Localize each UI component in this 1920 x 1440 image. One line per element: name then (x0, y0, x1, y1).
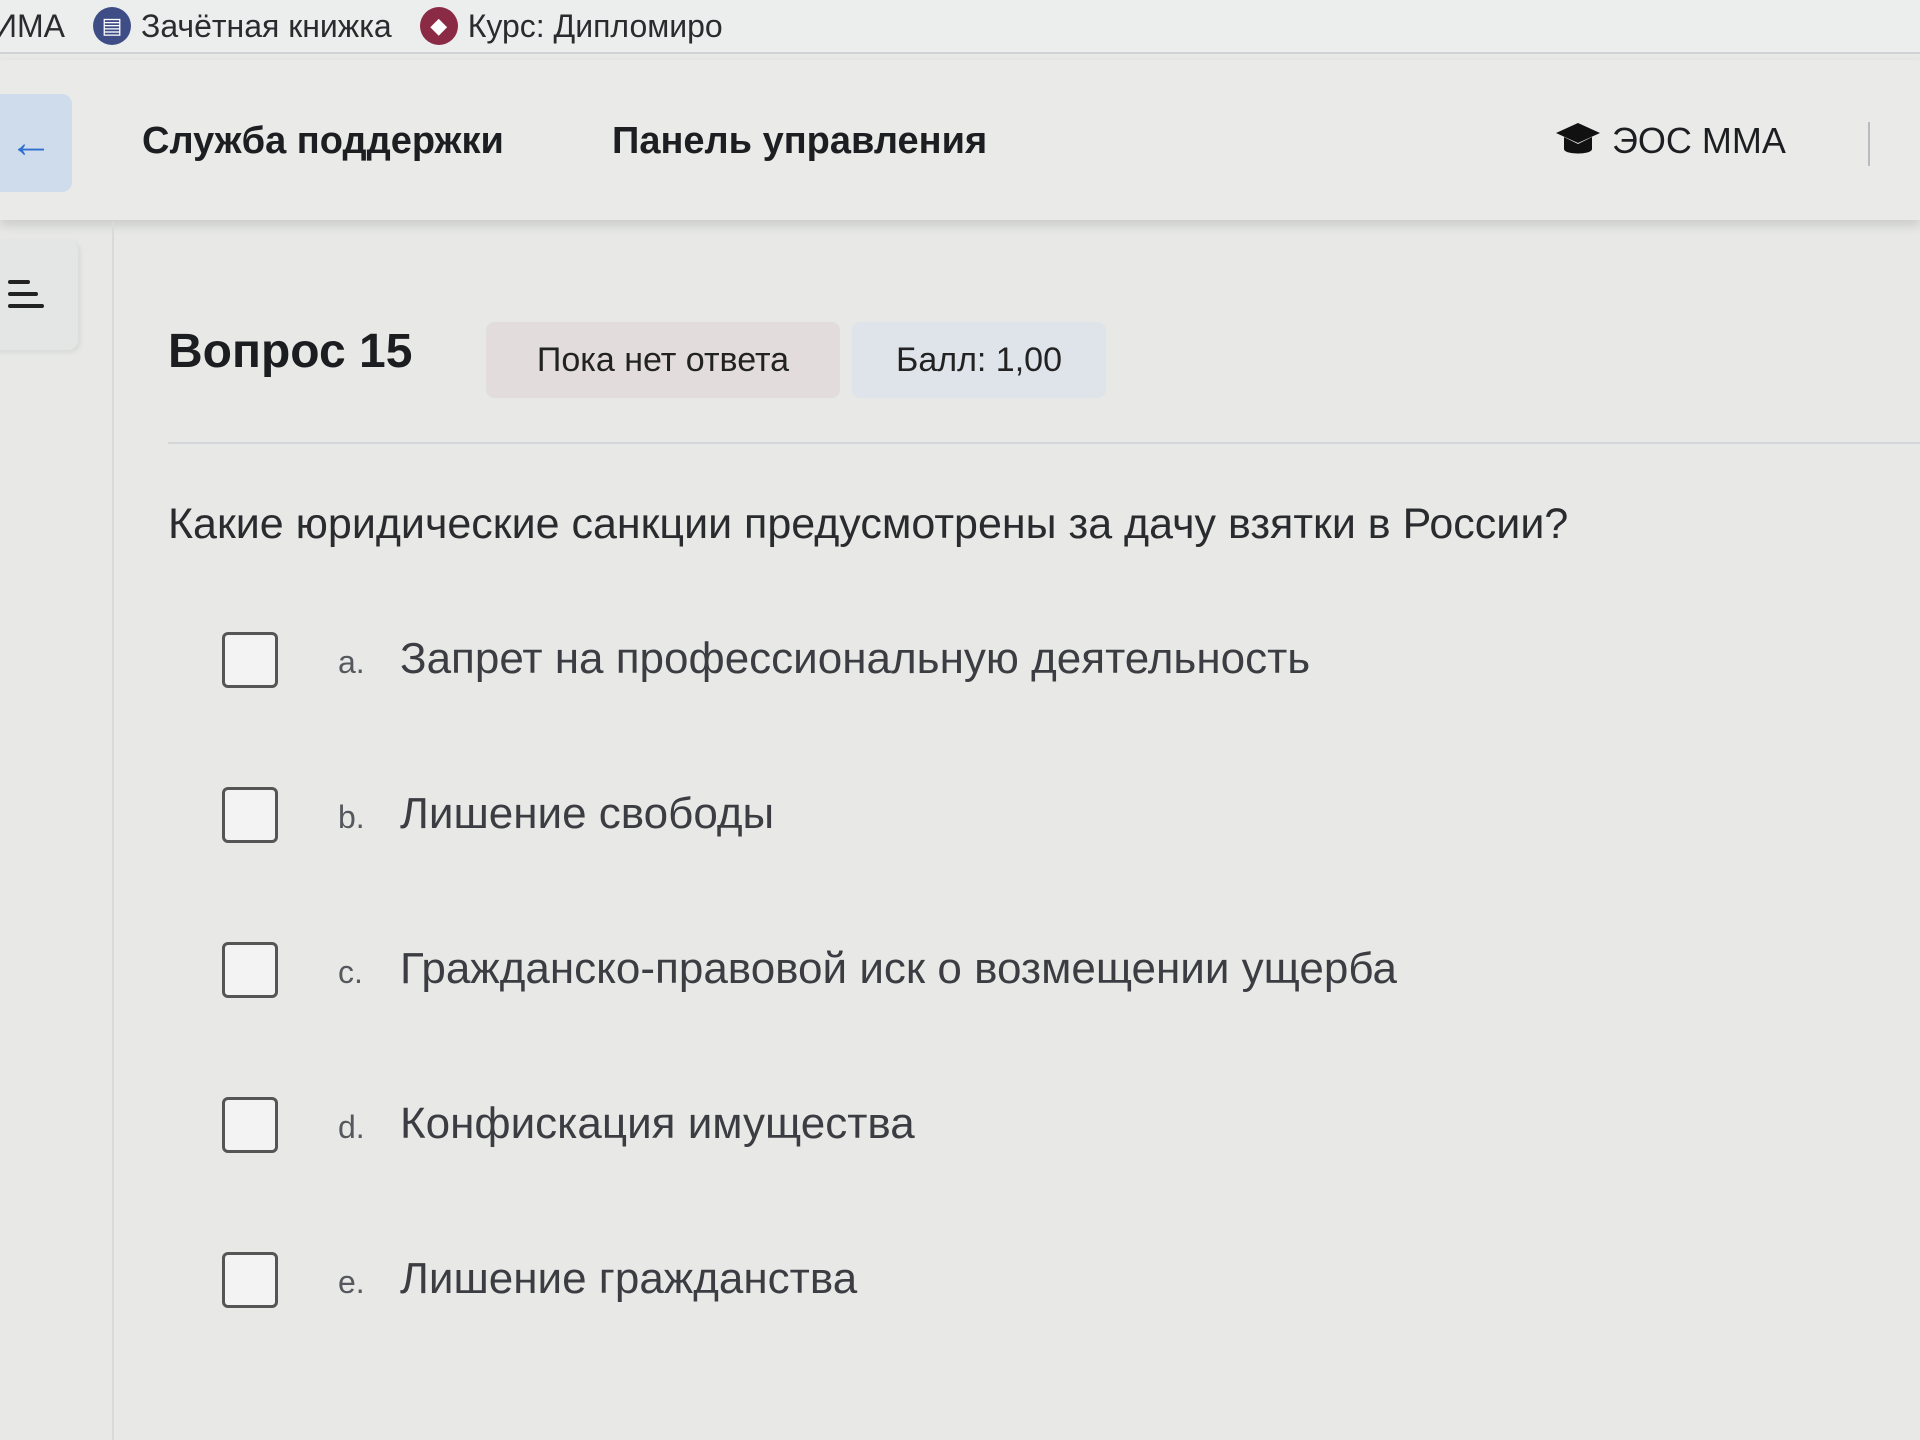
graduation-cap-icon (1556, 123, 1600, 154)
menu-icon (8, 280, 30, 284)
bookmark-mma[interactable]: ИМА (0, 8, 65, 45)
bookmarks-bar: ИМА ▤ Зачётная книжка ◆ Курс: Дипломиро (0, 0, 1920, 54)
brand-label: ЭОС ММА (1612, 120, 1786, 161)
option-label[interactable]: Лишение свободы (400, 785, 774, 839)
answer-option-d[interactable]: d. Конфискация имущества (222, 1095, 1397, 1250)
bookmark-course[interactable]: ◆ Курс: Дипломиро (419, 7, 723, 45)
option-label[interactable]: Гражданско-правовой иск о возмещении уще… (400, 940, 1397, 994)
brand-link[interactable]: ЭОС ММА (1556, 120, 1786, 162)
bookmark-label: Курс: Дипломиро (467, 7, 723, 44)
option-letter: c. (338, 954, 363, 990)
status-badge: Пока нет ответа (486, 322, 840, 398)
bookmark-record-book[interactable]: ▤ Зачётная книжка (93, 7, 392, 45)
nav-support-link[interactable]: Служба поддержки (142, 120, 504, 163)
content-separator (112, 222, 114, 1440)
course-index-toggle[interactable] (0, 240, 78, 350)
answer-option-a[interactable]: a. Запрет на профессиональную деятельнос… (222, 630, 1397, 785)
checkbox[interactable] (222, 787, 278, 843)
bookmark-label: Зачётная книжка (141, 7, 392, 44)
checkbox[interactable] (222, 942, 278, 998)
option-letter: a. (338, 644, 365, 680)
option-label[interactable]: Конфискация имущества (400, 1095, 915, 1149)
option-letter: d. (338, 1109, 365, 1145)
top-navbar: ← Служба поддержки Панель управления ЭОС… (0, 60, 1920, 220)
book-icon: ▤ (93, 7, 131, 45)
back-button[interactable]: ← (0, 94, 72, 192)
nav-dashboard-link[interactable]: Панель управления (612, 120, 987, 163)
arrow-left-icon: ← (9, 118, 53, 167)
menu-icon (8, 304, 44, 308)
nav-divider (1868, 122, 1870, 166)
checkbox[interactable] (222, 1097, 278, 1153)
option-letter: b. (338, 799, 365, 835)
option-label[interactable]: Запрет на профессиональную деятельность (400, 630, 1310, 684)
answer-option-c[interactable]: c. Гражданско-правовой иск о возмещении … (222, 940, 1397, 1095)
answer-option-e[interactable]: e. Лишение гражданства (222, 1250, 1397, 1405)
question-text: Какие юридические санкции предусмотрены … (168, 500, 1569, 548)
checkbox[interactable] (222, 1252, 278, 1308)
bookmark-label: ИМА (0, 7, 65, 44)
answer-option-b[interactable]: b. Лишение свободы (222, 785, 1397, 940)
question-title: Вопрос 15 (168, 325, 413, 378)
option-label[interactable]: Лишение гражданства (400, 1250, 857, 1304)
option-letter: e. (338, 1264, 365, 1300)
score-badge: Балл: 1,00 (852, 322, 1106, 398)
course-icon: ◆ (419, 7, 458, 45)
menu-icon (8, 292, 38, 296)
divider (168, 442, 1920, 444)
answer-options: a. Запрет на профессиональную деятельнос… (222, 630, 1397, 1405)
checkbox[interactable] (222, 632, 278, 688)
